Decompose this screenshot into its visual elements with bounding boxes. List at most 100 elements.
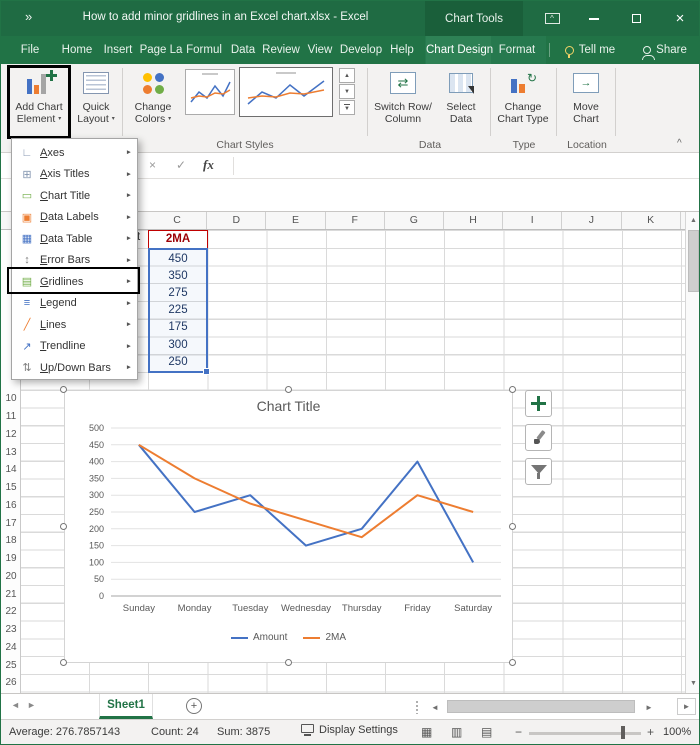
column-header[interactable]: C	[148, 212, 208, 229]
row-header[interactable]: 22	[1, 603, 21, 621]
change-colors-button[interactable]: Change Colors ▾	[126, 67, 180, 125]
gallery-scroll-down-button[interactable]: ▼	[339, 84, 355, 99]
horizontal-scroll-thumb[interactable]	[447, 700, 635, 713]
menu-item-axis-titles[interactable]: ⊞ Axis Titles ►	[12, 164, 137, 186]
move-chart-button[interactable]: → Move Chart	[561, 67, 611, 125]
sheet-nav-right-button[interactable]: ►	[27, 700, 36, 710]
minimize-button[interactable]	[577, 1, 611, 36]
tab-home[interactable]: Home	[57, 36, 97, 64]
hscroll-left-button[interactable]: ◄	[427, 699, 443, 715]
row-header[interactable]: 17	[1, 514, 21, 532]
row-header[interactable]: 11	[1, 408, 21, 426]
cell[interactable]: 275	[150, 284, 206, 301]
collapse-ribbon-button[interactable]: ^	[677, 138, 682, 149]
insert-function-button[interactable]: fx	[203, 157, 214, 173]
menu-item-data-table[interactable]: ▦ Data Table ►	[12, 228, 137, 250]
menu-item-error-bars[interactable]: ↕ Error Bars ►	[12, 250, 137, 272]
tab-view[interactable]: View	[302, 36, 338, 64]
menu-item-gridlines[interactable]: ▤ Gridlines ►	[12, 271, 137, 293]
cell-c1-series-header[interactable]: 2MA	[148, 230, 208, 249]
zoom-out-button[interactable]: −	[515, 725, 522, 739]
chart-style-preview-1[interactable]	[185, 69, 235, 115]
chart-handle-mid-right[interactable]	[509, 523, 516, 530]
zoom-level[interactable]: 100%	[663, 726, 691, 738]
scroll-up-button[interactable]: ▲	[686, 212, 699, 229]
gallery-scroll-up-button[interactable]: ▲	[339, 68, 355, 83]
chart-legend[interactable]: Amount 2MA	[65, 632, 512, 643]
chart-plot-area[interactable]: 0 50 100 150 200 250 300 350 400 450 500 Sunday Mond…	[65, 418, 514, 618]
menu-item-axes[interactable]: ∟ Axes ►	[12, 142, 137, 164]
chart-object[interactable]: Chart Title 0 50 100 150 200 250 300 350 400 450 5…	[64, 390, 513, 663]
page-layout-view-button[interactable]: ▥	[451, 725, 462, 739]
cell[interactable]: 175	[150, 319, 206, 336]
column-header[interactable]: H	[444, 212, 504, 229]
menu-item-lines[interactable]: ╱ Lines ►	[12, 314, 137, 336]
sheet-nav-left-button[interactable]: ◄	[11, 700, 20, 710]
menu-item-data-labels[interactable]: ▣ Data Labels ►	[12, 207, 137, 229]
share-button[interactable]: Share	[635, 36, 695, 64]
zoom-slider-thumb[interactable]	[621, 726, 625, 739]
column-header[interactable]: I	[503, 212, 563, 229]
hscroll-right-button[interactable]: ►	[641, 699, 657, 715]
cell[interactable]: 450	[150, 250, 206, 267]
menu-item-chart-title[interactable]: ▭ Chart Title ►	[12, 185, 137, 207]
row-header[interactable]: 13	[1, 443, 21, 461]
chart-title[interactable]: Chart Title	[65, 398, 512, 414]
column-header[interactable]: E	[266, 212, 326, 229]
tab-formulas[interactable]: Formul	[183, 36, 225, 64]
row-header[interactable]: 12	[1, 426, 21, 444]
change-chart-type-button[interactable]: ↻ Change Chart Type	[495, 67, 551, 125]
switch-row-column-button[interactable]: ⇄ Switch Row/ Column	[373, 67, 433, 125]
tab-review[interactable]: Review	[259, 36, 303, 64]
tab-chart-design[interactable]: Chart Design	[426, 36, 493, 64]
ribbon-display-options-button[interactable]: ^	[535, 1, 569, 36]
row-header[interactable]: 24	[1, 639, 21, 657]
tell-me-button[interactable]: Tell me	[557, 36, 623, 64]
cell[interactable]: 350	[150, 267, 206, 284]
sheet-tab-sheet1[interactable]: Sheet1	[99, 694, 153, 719]
chart-handle-bottom-right[interactable]	[509, 659, 516, 666]
new-sheet-button[interactable]: +	[186, 698, 202, 714]
page-break-view-button[interactable]: ▤	[481, 725, 492, 739]
menu-item-updown-bars[interactable]: ⇅ Up/Down Bars ►	[12, 357, 137, 379]
row-header[interactable]: 26	[1, 674, 21, 692]
legend-item[interactable]: 2MA	[303, 632, 346, 643]
chart-handle-top-center[interactable]	[285, 386, 292, 393]
tab-data[interactable]: Data	[225, 36, 261, 64]
select-data-button[interactable]: Select Data	[437, 67, 485, 125]
menu-item-legend[interactable]: ≡ Legend ►	[12, 293, 137, 315]
zoom-in-button[interactable]: +	[647, 725, 654, 739]
row-header[interactable]: 18	[1, 532, 21, 550]
close-button[interactable]: ×	[663, 1, 697, 36]
cancel-button[interactable]: ×	[149, 158, 156, 172]
chart-handle-bottom-center[interactable]	[285, 659, 292, 666]
row-header[interactable]: 10	[1, 390, 21, 408]
quick-layout-button[interactable]: Quick Layout ▾	[73, 67, 119, 125]
cell-b1-partial[interactable]: t	[137, 231, 147, 248]
column-header[interactable]: F	[326, 212, 385, 229]
cell[interactable]: 250	[150, 353, 206, 370]
vertical-scroll-thumb[interactable]	[688, 230, 699, 292]
normal-view-button[interactable]: ▦	[421, 725, 432, 739]
column-header[interactable]: K	[622, 212, 681, 229]
cell[interactable]: 300	[150, 336, 206, 353]
row-header[interactable]: 25	[1, 656, 21, 674]
cell[interactable]: 225	[150, 302, 206, 319]
menu-item-trendline[interactable]: ↗ Trendline ►	[12, 336, 137, 358]
chart-elements-button[interactable]	[525, 390, 552, 417]
tab-developer[interactable]: Develop	[337, 36, 385, 64]
chart-handle-mid-left[interactable]	[60, 523, 67, 530]
add-chart-element-button[interactable]: Add Chart Element ▾	[11, 67, 67, 125]
row-header[interactable]: 14	[1, 461, 21, 479]
row-header[interactable]: 23	[1, 621, 21, 639]
selected-range-c2-c8[interactable]: 450 350 275 225 175 300 250	[148, 248, 210, 374]
vertical-scrollbar[interactable]: ▲ ▼	[685, 212, 699, 693]
chart-styles-button[interactable]	[525, 424, 552, 451]
tab-page-layout[interactable]: Page La	[139, 36, 183, 64]
column-header[interactable]: D	[207, 212, 267, 229]
chart-filters-button[interactable]	[525, 458, 552, 485]
tab-file[interactable]: File	[11, 36, 49, 64]
tab-insert[interactable]: Insert	[98, 36, 138, 64]
legend-item[interactable]: Amount	[230, 632, 287, 643]
enter-button[interactable]: ✓	[176, 158, 186, 172]
